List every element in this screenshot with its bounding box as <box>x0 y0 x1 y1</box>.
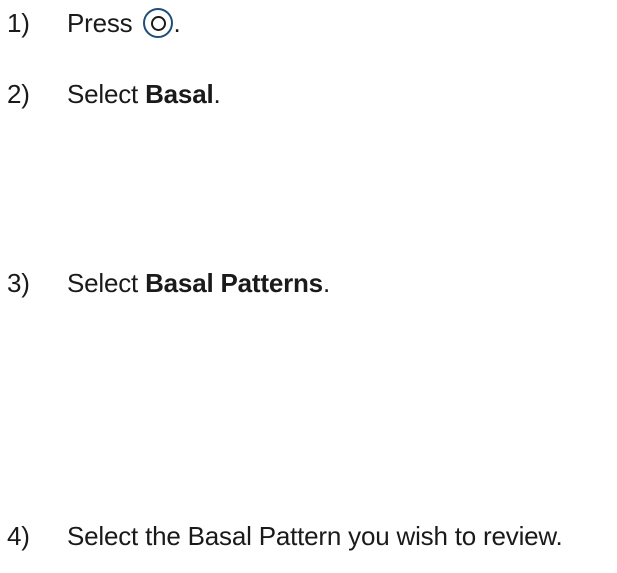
menu-option-basal-patterns: Basal Patterns <box>145 268 323 298</box>
step-1: 1) Press . <box>7 8 181 38</box>
select-button-inner-ring <box>150 15 166 31</box>
step-4: 4) Select the Basal Pattern you wish to r… <box>7 521 563 551</box>
step-number: 3) <box>7 268 30 298</box>
step-punctuation: . <box>322 268 330 298</box>
step-punctuation: . <box>173 8 181 38</box>
step-text: Select <box>67 79 146 109</box>
step-text: Press <box>67 8 140 38</box>
step-number: 4) <box>7 521 30 551</box>
step-punctuation: . <box>213 79 221 109</box>
step-3: 3) Select Basal Patterns. <box>7 268 330 298</box>
step-2: 2) Select Basal. <box>7 79 221 109</box>
step-text: Select <box>67 268 146 298</box>
step-number: 2) <box>7 79 30 109</box>
select-button-icon <box>143 8 174 38</box>
menu-option-basal: Basal <box>145 79 214 109</box>
step-text: Select the Basal Pattern you wish to rev… <box>67 521 563 551</box>
step-number: 1) <box>7 8 30 38</box>
